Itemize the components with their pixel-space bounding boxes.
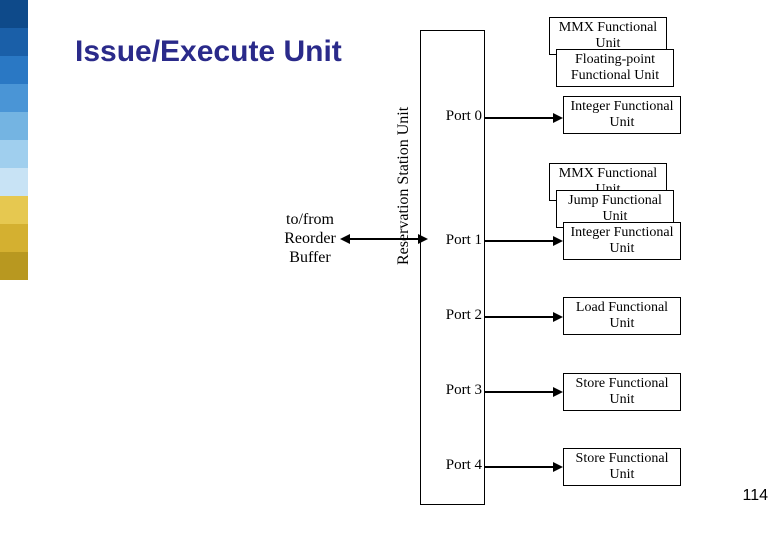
reservation-station-box bbox=[420, 30, 485, 505]
port3-arrow bbox=[485, 391, 555, 393]
port1-label: Port 1 bbox=[432, 232, 482, 249]
port4-label: Port 4 bbox=[432, 457, 482, 474]
reservation-station-label: Reservation Station Unit bbox=[395, 107, 413, 265]
reorder-buffer-label: to/from Reorder Buffer bbox=[270, 210, 350, 268]
reorder-buffer-arrow bbox=[348, 238, 420, 240]
port4-arrow bbox=[485, 466, 555, 468]
port0-arrow bbox=[485, 117, 555, 119]
port3-label: Port 3 bbox=[432, 382, 482, 399]
slide-color-bar bbox=[0, 0, 28, 280]
port3-store-unit: Store Functional Unit bbox=[563, 373, 681, 411]
port0-label: Port 0 bbox=[432, 108, 482, 125]
port0-int-unit: Integer Functional Unit bbox=[563, 96, 681, 134]
page-title: Issue/Execute Unit bbox=[75, 35, 342, 69]
slide-number: 114 bbox=[742, 487, 768, 505]
port2-arrow bbox=[485, 316, 555, 318]
port0-fp-unit: Floating-point Functional Unit bbox=[556, 49, 674, 87]
port4-store-unit: Store Functional Unit bbox=[563, 448, 681, 486]
port1-int-unit: Integer Functional Unit bbox=[563, 222, 681, 260]
port2-load-unit: Load Functional Unit bbox=[563, 297, 681, 335]
port1-arrow bbox=[485, 240, 555, 242]
port2-label: Port 2 bbox=[432, 307, 482, 324]
